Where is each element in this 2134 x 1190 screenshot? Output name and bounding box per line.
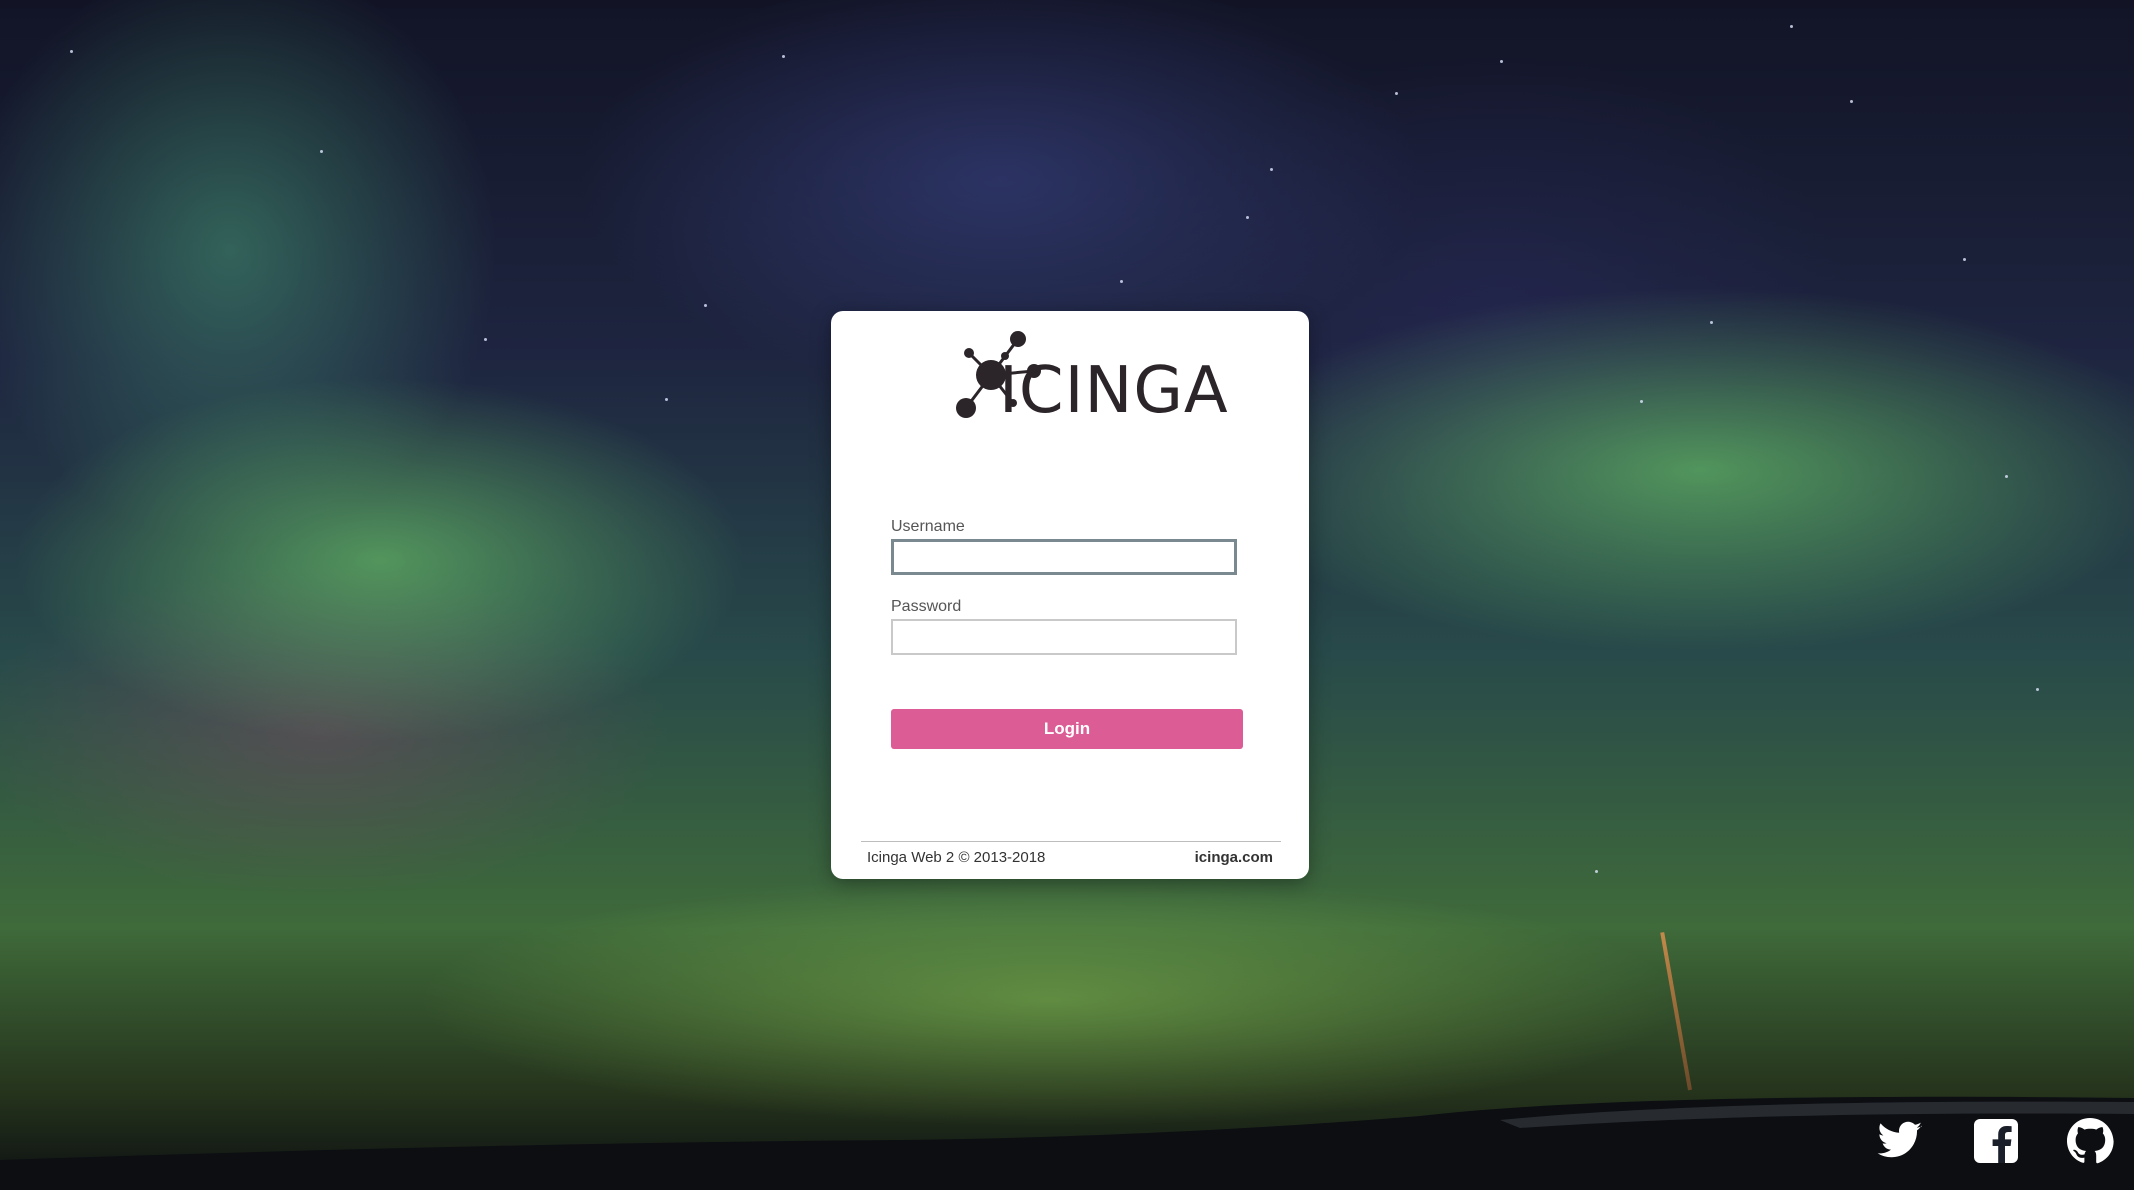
github-icon[interactable] — [2066, 1117, 2114, 1165]
facebook-icon[interactable] — [1972, 1117, 2020, 1165]
password-label: Password — [891, 598, 962, 615]
username-label: Username — [891, 518, 965, 535]
mountain-silhouette — [0, 1096, 2134, 1190]
copyright-text: Icinga Web 2 © 2013-2018 — [867, 849, 1046, 866]
login-button[interactable]: Login — [891, 709, 1243, 749]
icinga-site-link[interactable]: icinga.com — [1195, 849, 1273, 866]
logo-wordmark: ICINGA — [999, 354, 1229, 428]
password-input[interactable] — [891, 619, 1237, 655]
twitter-icon[interactable] — [1876, 1117, 1924, 1165]
login-card: ICINGA Username Password Login Icinga We… — [831, 311, 1309, 879]
username-input[interactable] — [891, 539, 1237, 575]
footer-divider — [861, 841, 1281, 842]
radio-tower — [1660, 932, 1692, 1091]
